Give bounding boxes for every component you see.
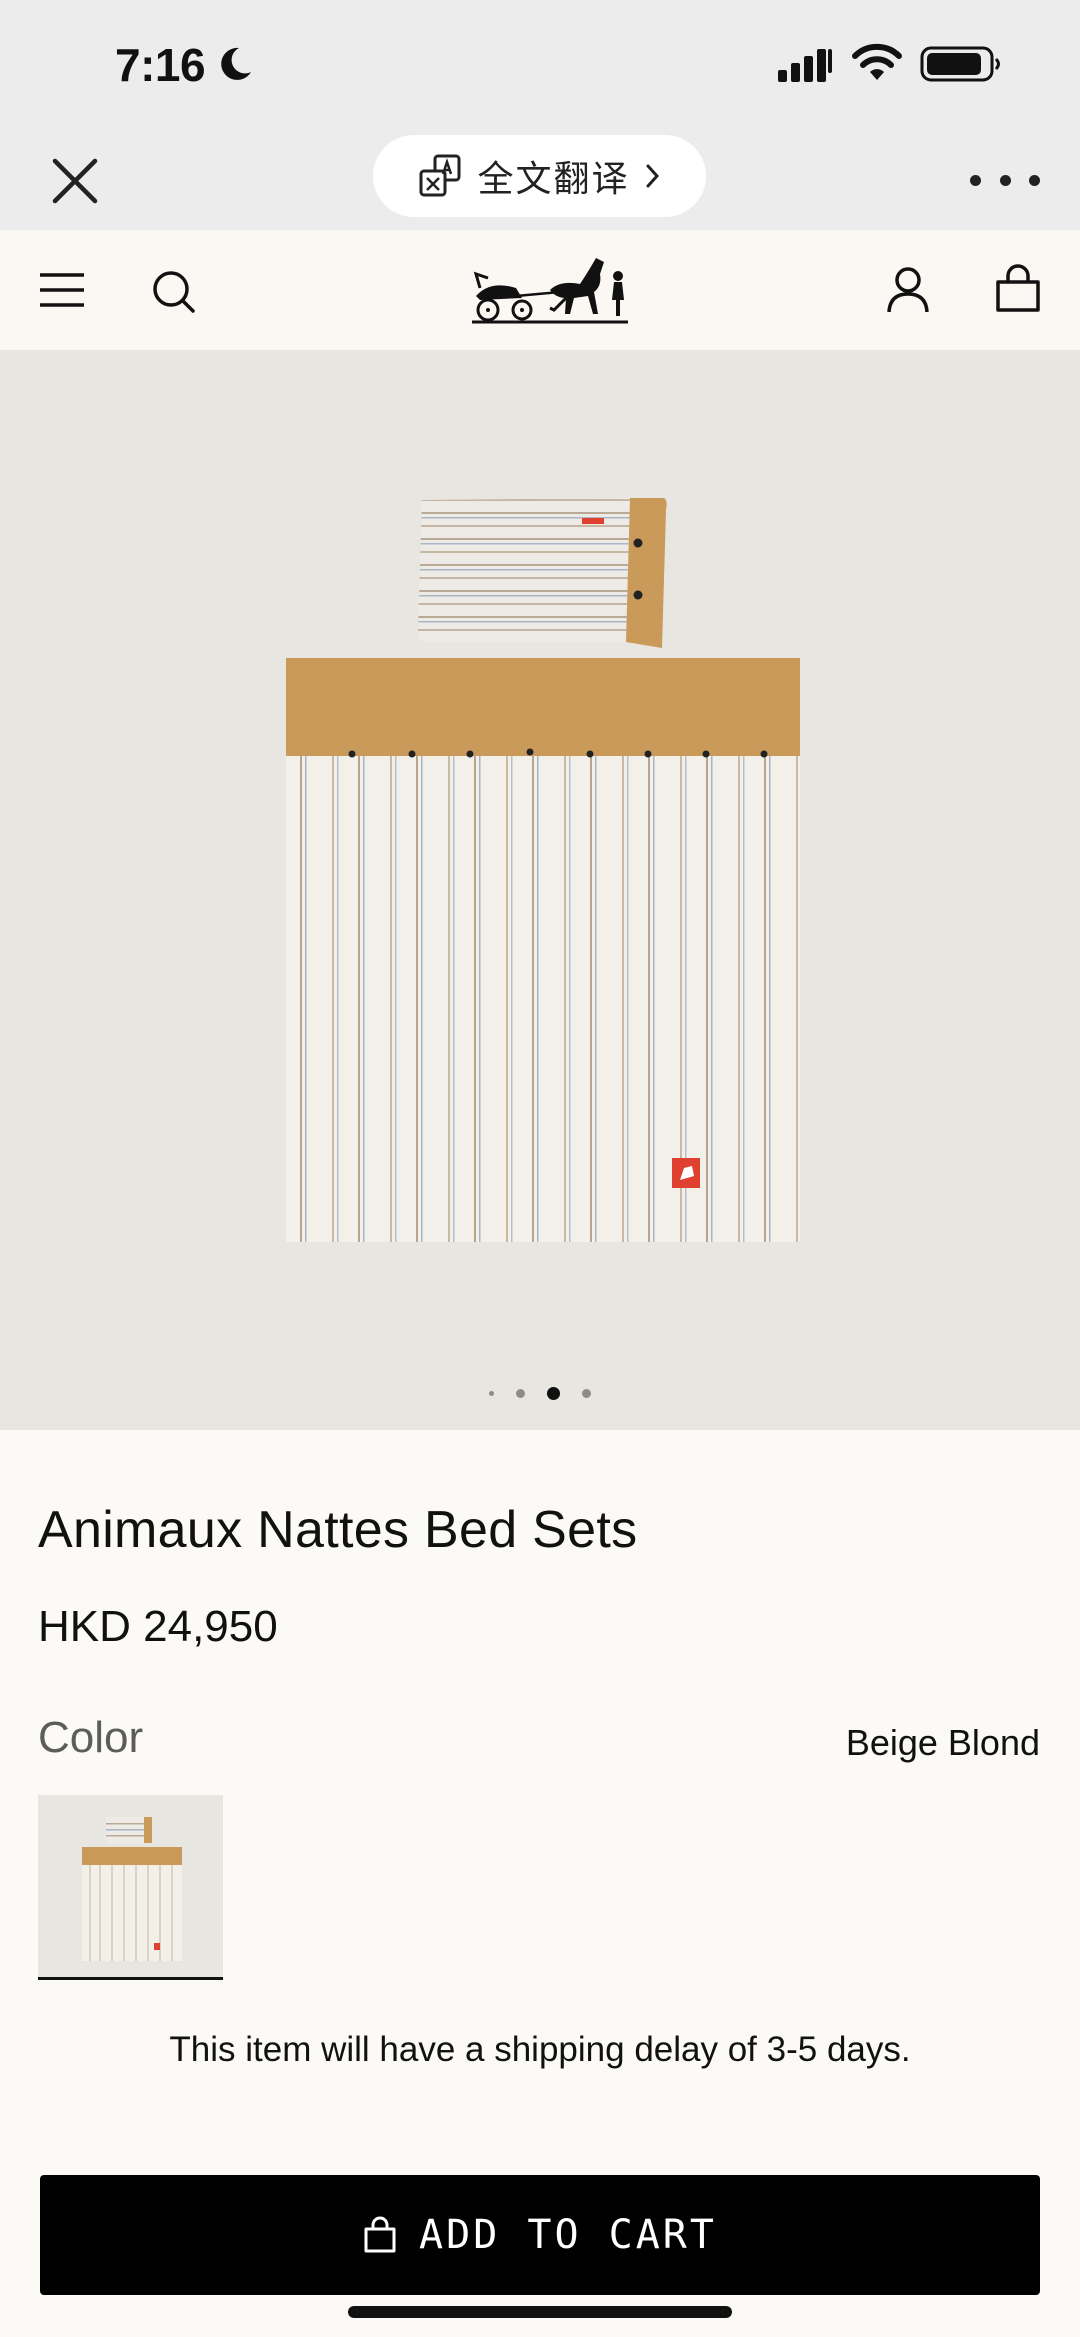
duvet [286,658,800,1242]
more-dot-icon [1029,174,1040,186]
carousel-indicators [0,1387,1080,1400]
brand-logo[interactable] [470,252,630,330]
menu-icon[interactable] [38,270,86,310]
carousel-dot[interactable] [489,1391,494,1396]
selected-color-name: Beige Blond [845,1722,1040,1763]
close-icon [52,158,98,204]
chevron-right-icon [646,164,659,188]
more-dot-icon [970,174,981,186]
pillow [417,498,667,648]
translate-icon [419,154,461,197]
carousel-dot-active[interactable] [547,1387,560,1400]
home-indicator [348,2306,732,2318]
battery-icon [920,46,1000,82]
status-bar: 7:16 [0,0,1080,130]
shopping-bag-icon [364,2216,396,2253]
carousel-dot[interactable] [516,1389,525,1398]
close-button[interactable] [40,146,110,216]
product-title: Animaux Nattes Bed Sets [38,1501,638,1559]
search-icon[interactable] [150,268,196,314]
account-icon[interactable] [886,266,930,314]
add-to-cart-button[interactable]: ADD TO CART [40,2175,1040,2295]
more-options-button[interactable] [970,160,1040,200]
product-image-carousel[interactable] [0,350,1080,1430]
status-time: 7:16 [115,39,206,91]
product-price: HKD 24,950 [38,1602,278,1651]
moon-icon [221,47,251,80]
shopping-bag-icon[interactable] [994,264,1042,314]
color-swatch-selected[interactable] [38,1795,223,1980]
bed-set-image [0,350,1080,1430]
carousel-dot[interactable] [582,1389,591,1398]
more-dot-icon [999,174,1011,186]
color-label: Color [38,1713,144,1762]
shipping-notice: This item will have a shipping delay of … [169,2030,911,2069]
translate-button[interactable]: 全文翻译 [373,135,706,217]
signal-icon [778,49,832,82]
page: 7:16 全文翻译 Animaux Nattes Bed Sets HKD 24… [0,0,1080,2337]
wifi-icon [852,43,902,80]
translate-label: 全文翻译 [477,159,630,200]
browser-toolbar: 全文翻译 [0,130,1080,230]
site-header [0,230,1080,350]
swatch-thumbnail [38,1795,223,1977]
add-to-cart-label: ADD TO CART [419,2212,717,2258]
